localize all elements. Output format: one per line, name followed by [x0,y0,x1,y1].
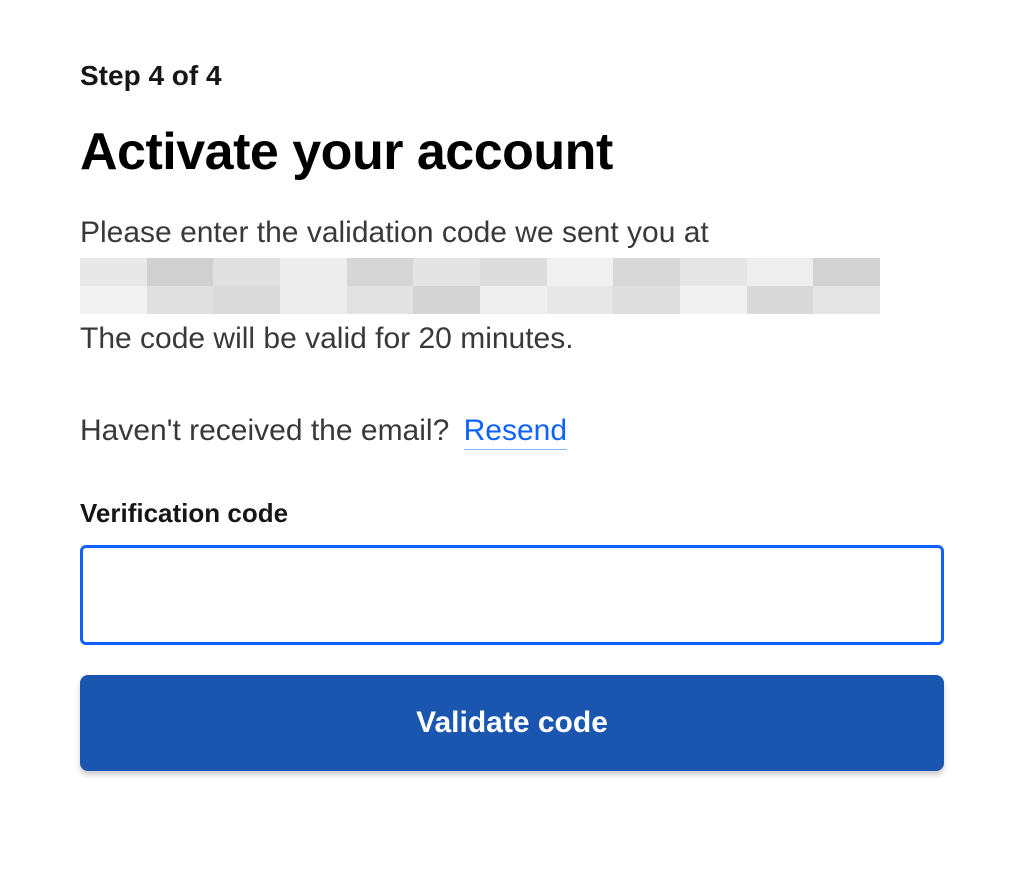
validity-text: The code will be valid for 20 minutes. [80,322,944,356]
instruction-line-1: Please enter the validation code we sent… [80,212,944,254]
resend-row: Haven't received the email? Resend [80,414,944,448]
verification-code-input[interactable] [80,545,944,645]
validate-code-button[interactable]: Validate code [80,675,944,771]
step-indicator: Step 4 of 4 [80,60,944,92]
page-title: Activate your account [80,122,944,182]
resend-link[interactable]: Resend [464,414,567,450]
resend-prompt: Haven't received the email? [80,414,449,447]
activation-form-container: Step 4 of 4 Activate your account Please… [80,60,944,771]
verification-code-label: Verification code [80,498,944,529]
redacted-email [80,258,880,314]
